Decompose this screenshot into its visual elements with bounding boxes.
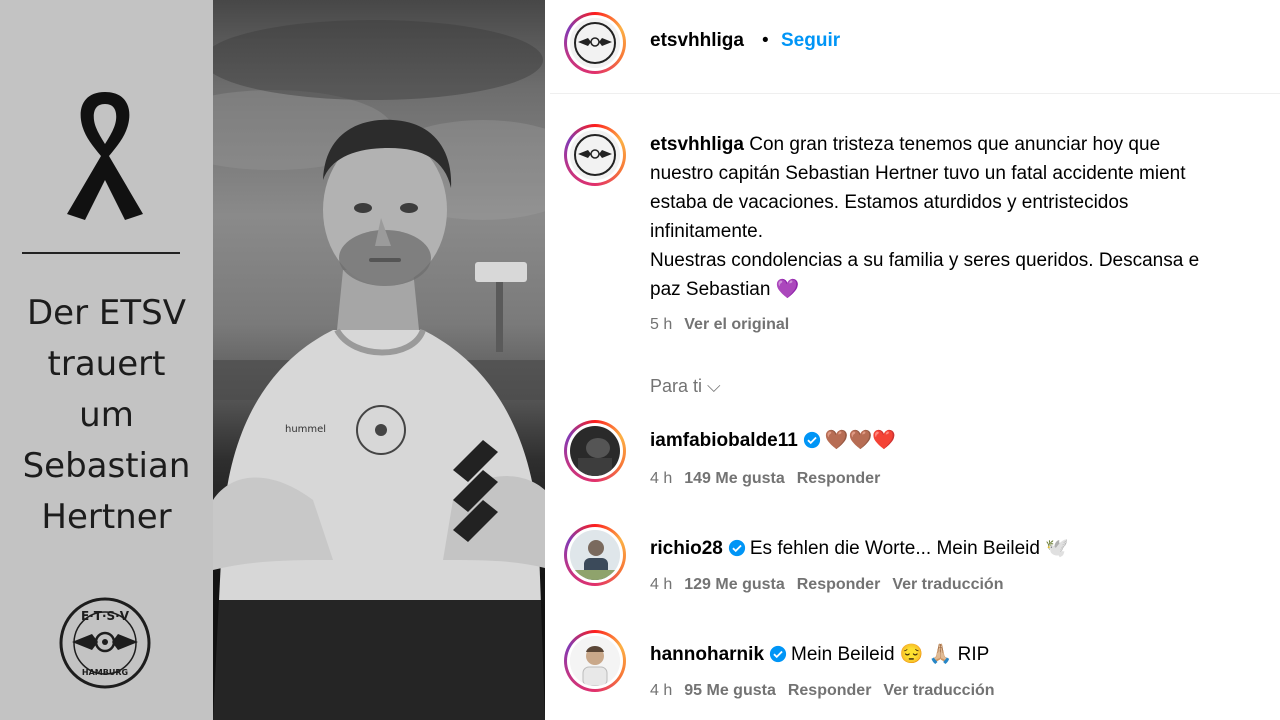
instagram-post-panel: etsvhhliga • Seguir etsvhhliga Con gran …	[550, 0, 1280, 720]
comment-text: Es fehlen die Worte... Mein Beileid 🕊️	[749, 538, 1069, 559]
caption-time[interactable]: 5 h	[650, 316, 672, 333]
for-you-label: Para ti	[650, 376, 703, 396]
user-avatar-photo	[570, 426, 620, 476]
follow-button[interactable]: Seguir	[781, 30, 840, 52]
verified-badge-icon	[728, 539, 745, 557]
caption-line: infinitamente.	[650, 221, 764, 242]
comment-meta: 4 h 95 Me gusta Responder Ver traducción	[650, 682, 995, 700]
user-avatar-photo	[570, 530, 620, 580]
verified-badge-icon	[803, 431, 820, 449]
header-username[interactable]: etsvhhliga	[650, 30, 744, 52]
comment-avatar[interactable]	[564, 524, 626, 586]
comment-username[interactable]: hannoharnik	[650, 644, 764, 665]
comment-text: 🤎🤎❤️	[824, 430, 896, 451]
reply-button[interactable]: Responder	[797, 470, 881, 487]
comment: iamfabiobalde11 🤎🤎❤️	[650, 428, 896, 452]
reply-button[interactable]: Responder	[797, 576, 881, 593]
caption-line: estaba de vacaciones. Estamos aturdidos …	[650, 192, 1129, 213]
mourning-line: Hertner	[41, 497, 172, 537]
caption-username[interactable]: etsvhhliga	[650, 134, 744, 155]
comment-likes[interactable]: 95 Me gusta	[684, 682, 776, 699]
logo-bottom-text: HAMBURG	[82, 668, 128, 677]
logo-top-text: E·T·S·V	[81, 609, 130, 623]
comment-username[interactable]: richio28	[650, 538, 723, 559]
comment: richio28 Es fehlen die Worte... Mein Beil…	[650, 536, 1069, 560]
caption-line: paz Sebastian 💜	[650, 279, 800, 300]
mourning-line: Sebastian	[22, 446, 191, 486]
post-caption: etsvhhliga Con gran tristeza tenemos que…	[650, 130, 1280, 304]
comment-username[interactable]: iamfabiobalde11	[650, 430, 798, 451]
chevron-down-icon: ⌵	[707, 376, 721, 396]
see-translation-link[interactable]: Ver traducción	[883, 682, 994, 699]
header-avatar[interactable]	[564, 12, 626, 74]
see-translation-link[interactable]: Ver traducción	[892, 576, 1003, 593]
mourning-line: um	[79, 395, 134, 435]
comment-avatar[interactable]	[564, 420, 626, 482]
comment-avatar[interactable]	[564, 630, 626, 692]
caption-line: nuestro capitán Sebastian Hertner tuvo u…	[650, 163, 1186, 184]
mourning-ribbon-icon	[67, 92, 143, 220]
mourning-text: Der ETSV trauert um Sebastian Hertner	[0, 288, 213, 543]
etsv-avatar-logo	[570, 130, 620, 180]
header-divider	[550, 93, 1280, 94]
comment-likes[interactable]: 129 Me gusta	[684, 576, 784, 593]
see-original-link[interactable]: Ver el original	[684, 316, 789, 333]
comment-text: Mein Beileid 😔 🙏🏼 RIP	[791, 644, 990, 665]
etsv-logo: E·T·S·V HAMBURG	[59, 597, 151, 689]
caption-avatar[interactable]	[564, 124, 626, 186]
for-you-filter[interactable]: Para ti ⌵	[650, 376, 721, 397]
caption-meta: 5 h Ver el original	[650, 316, 789, 334]
comment-time[interactable]: 4 h	[650, 470, 672, 487]
mourning-banner: Der ETSV trauert um Sebastian Hertner E·…	[0, 0, 213, 720]
comment-time[interactable]: 4 h	[650, 576, 672, 593]
comment-meta: 4 h 129 Me gusta Responder Ver traducción	[650, 576, 1003, 594]
comment: hannoharnik Mein Beileid 😔 🙏🏼 RIP	[650, 642, 989, 666]
caption-line: Con gran tristeza tenemos que anunciar h…	[749, 134, 1161, 155]
banner-divider	[22, 252, 180, 254]
comment-likes[interactable]: 149 Me gusta	[684, 470, 784, 487]
reply-button[interactable]: Responder	[788, 682, 872, 699]
post-image[interactable]: Der ETSV trauert um Sebastian Hertner E·…	[0, 0, 545, 720]
etsv-avatar-logo	[570, 18, 620, 68]
player-photo: hummel	[213, 0, 545, 720]
comment-time[interactable]: 4 h	[650, 682, 672, 699]
comment-meta: 4 h 149 Me gusta Responder	[650, 470, 880, 488]
caption-line: Nuestras condolencias a su familia y ser…	[650, 250, 1200, 271]
header-separator: •	[762, 30, 769, 51]
user-avatar-photo	[570, 636, 620, 686]
jersey-brand: hummel	[285, 424, 326, 435]
player-photo-scene: hummel	[213, 20, 545, 720]
verified-badge-icon	[769, 645, 787, 663]
mourning-line: Der ETSV	[27, 293, 186, 333]
mourning-line: trauert	[47, 344, 166, 384]
